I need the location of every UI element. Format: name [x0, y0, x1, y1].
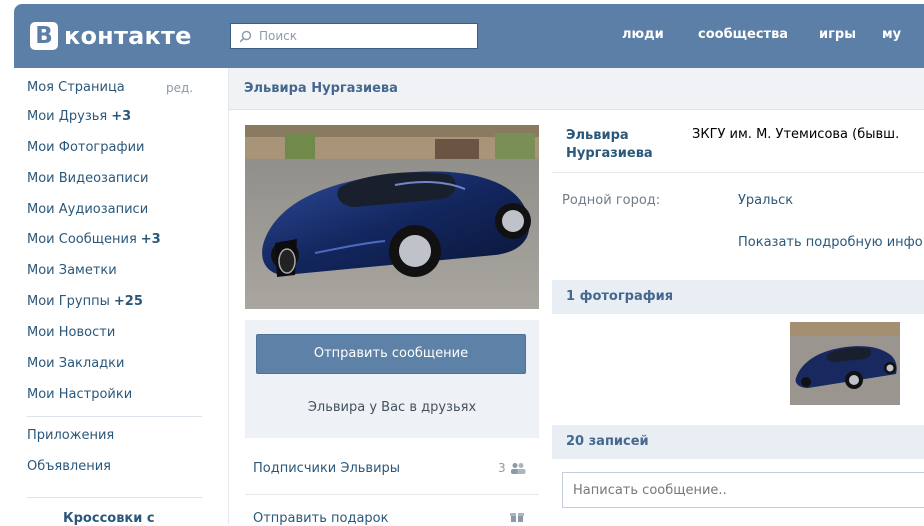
menu-label: Мои Закладки: [27, 356, 125, 371]
menu-my-audio[interactable]: Мои Аудиозаписи: [27, 202, 148, 217]
gift-icon: [510, 513, 524, 522]
search-box[interactable]: [230, 23, 478, 49]
menu-label: Мои Заметки: [27, 263, 117, 278]
vk-logo[interactable]: В контакте: [30, 20, 192, 52]
menu-label: Мои Аудиозаписи: [27, 202, 149, 217]
logo-badge: В: [30, 22, 58, 50]
hometown-link[interactable]: Уральск: [738, 193, 793, 208]
wall-post-input[interactable]: [571, 473, 915, 507]
profile-photo-image: [245, 125, 539, 309]
side-divider: [245, 494, 539, 495]
page-title: Эльвира Нургазиева: [244, 81, 398, 96]
menu-divider: [27, 416, 202, 417]
menu-my-photos[interactable]: Мои Фотографии: [27, 140, 144, 155]
menu-my-page[interactable]: Моя Страница: [27, 80, 125, 95]
menu-label: Мои Фотографии: [27, 140, 145, 155]
menu-label: Мои Настройки: [27, 387, 133, 402]
photos-section-title: 1 фотография: [566, 289, 674, 304]
ad-divider: [27, 497, 202, 498]
subscribers-count: 3: [498, 461, 506, 475]
send-message-button[interactable]: Отправить сообщение: [256, 334, 526, 374]
search-input[interactable]: [257, 28, 471, 44]
wall-compose-box[interactable]: [562, 472, 924, 508]
info-divider: [552, 172, 924, 173]
nav-people[interactable]: люди: [622, 27, 664, 42]
menu-label: Мои Видеозаписи: [27, 171, 149, 186]
menu-my-groups[interactable]: Мои Группы +25: [27, 294, 143, 309]
profile-name-bar: Эльвира Нургазиева: [229, 68, 924, 110]
nav-games[interactable]: игры: [819, 27, 856, 42]
university-link[interactable]: ЗКГУ им. М. Утемисова (бывш.: [692, 127, 899, 142]
profile-actions: Отправить сообщение Эльвира у Вас в друз…: [245, 320, 539, 438]
edit-link[interactable]: ред.: [166, 81, 193, 95]
profile-name-link[interactable]: Эльвира Нургазиева: [566, 127, 676, 163]
menu-my-news[interactable]: Мои Новости: [27, 325, 115, 340]
posts-section-header[interactable]: 20 записей: [552, 425, 924, 459]
menu-my-notes[interactable]: Мои Заметки: [27, 263, 117, 278]
menu-label: Моя Страница: [27, 80, 125, 95]
nav-communities[interactable]: сообщества: [698, 27, 788, 42]
photos-section-header[interactable]: 1 фотография: [552, 280, 924, 314]
friend-status-text: Эльвира у Вас в друзьях: [307, 400, 477, 415]
logo-text: контакте: [64, 22, 192, 50]
hometown-label: Родной город:: [562, 193, 661, 208]
photo-thumbnail[interactable]: [790, 322, 900, 405]
nav-music[interactable]: му: [882, 27, 901, 42]
menu-my-bookmarks[interactable]: Мои Закладки: [27, 356, 124, 371]
menu-label: Мои Группы: [27, 294, 110, 309]
menu-label: Мои Сообщения: [27, 232, 137, 247]
menu-ads[interactable]: Объявления: [27, 459, 111, 474]
photo-thumbnail-image: [790, 322, 900, 405]
profile-photo[interactable]: [245, 125, 539, 309]
menu-my-videos[interactable]: Мои Видеозаписи: [27, 171, 148, 186]
menu-label: Мои Друзья: [27, 109, 108, 124]
menu-my-friends[interactable]: Мои Друзья +3: [27, 109, 131, 124]
menu-label: Мои Новости: [27, 325, 116, 340]
first-name: Эльвира: [566, 128, 629, 143]
friends-count-badge: +3: [111, 109, 132, 124]
menu-my-settings[interactable]: Мои Настройки: [27, 387, 132, 402]
search-icon: [239, 30, 252, 42]
subscribers-link[interactable]: Подписчики Эльвиры: [253, 461, 400, 476]
menu-applications[interactable]: Приложения: [27, 428, 114, 443]
show-more-info-link[interactable]: Показать подробную инфо: [738, 235, 923, 250]
last-name: Нургазиева: [566, 146, 653, 161]
messages-count-badge: +3: [140, 232, 161, 247]
menu-my-messages[interactable]: Мои Сообщения +3: [27, 232, 161, 247]
top-header: В контакте люди сообщества игры му: [14, 4, 924, 68]
people-icon: [511, 463, 526, 474]
groups-count-badge: +25: [113, 294, 143, 309]
posts-section-title: 20 записей: [566, 434, 649, 449]
